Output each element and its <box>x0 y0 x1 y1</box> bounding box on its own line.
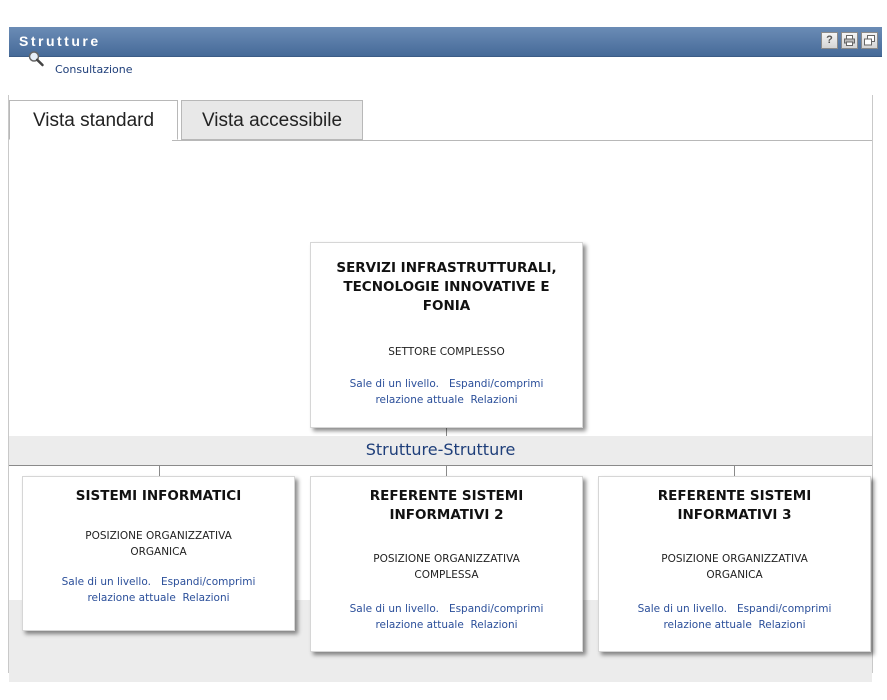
portlet-titlebar: Strutture ? <box>9 27 882 57</box>
relation-band: Strutture-Strutture <box>9 436 872 465</box>
connector-line <box>159 465 160 476</box>
card-links: Sale di un livello. Espandi/comprimi rel… <box>599 601 870 633</box>
structure-card-child: REFERENTE SISTEMI INFORMATIVI 3 POSIZION… <box>598 476 871 652</box>
tab-label: Vista accessibile <box>201 110 343 131</box>
expand-collapse-link[interactable]: Espandi/comprimi <box>737 603 831 615</box>
card-links: Sale di un livello. Espandi/comprimi rel… <box>311 376 582 408</box>
card-type: SETTORE COMPLESSO <box>388 346 505 358</box>
maximize-button[interactable] <box>861 32 878 49</box>
expand-collapse-link[interactable]: Espandi/comprimi <box>161 576 255 588</box>
card-title: REFERENTE SISTEMI INFORMATIVI 2 <box>311 487 582 525</box>
card-type-line: POSIZIONE ORGANIZZATIVA <box>373 553 520 565</box>
structure-card-parent: SERVIZI INFRASTRUTTURALI, TECNOLOGIE INN… <box>310 242 583 428</box>
card-type: POSIZIONE ORGANIZZATIVA COMPLESSA <box>311 551 582 583</box>
tab-vista-accessibile[interactable]: Vista accessibile <box>181 100 363 140</box>
card-type-line: ORGANICA <box>130 546 187 558</box>
window-icon <box>864 35 875 46</box>
print-button[interactable] <box>841 32 858 49</box>
card-title: SERVIZI INFRASTRUTTURALI, TECNOLOGIE INN… <box>311 259 582 316</box>
connector-line <box>446 465 447 476</box>
card-title-line: INFORMATIVI 3 <box>677 507 792 523</box>
card-title-line: INFORMATIVI 2 <box>389 507 504 523</box>
card-title-line: REFERENTE SISTEMI <box>657 488 812 504</box>
expand-collapse-link[interactable]: Espandi/comprimi <box>449 378 543 390</box>
expand-collapse-link[interactable]: relazione attuale <box>375 394 463 406</box>
card-title-line: REFERENTE SISTEMI <box>369 488 524 504</box>
card-links: Sale di un livello. Espandi/comprimi rel… <box>23 574 294 606</box>
tab-vista-standard[interactable]: Vista standard <box>9 100 178 140</box>
structure-card-child: SISTEMI INFORMATICI POSIZIONE ORGANIZZAT… <box>22 476 295 631</box>
up-level-link[interactable]: Sale di un livello. <box>350 603 439 615</box>
expand-collapse-link[interactable]: relazione attuale <box>375 619 463 631</box>
portlet-title: Strutture <box>19 33 101 49</box>
up-level-link[interactable]: Sale di un livello. <box>62 576 151 588</box>
card-title-line: TECNOLOGIE INNOVATIVE E <box>343 279 550 295</box>
expand-collapse-link[interactable]: relazione attuale <box>87 592 175 604</box>
card-type-line: POSIZIONE ORGANIZZATIVA <box>85 530 232 542</box>
relation-line <box>9 465 872 466</box>
help-button[interactable]: ? <box>821 32 838 49</box>
up-level-link[interactable]: Sale di un livello. <box>638 603 727 615</box>
tab-label: Vista standard <box>32 110 155 131</box>
expand-collapse-link[interactable]: Espandi/comprimi <box>449 603 543 615</box>
card-type-line: POSIZIONE ORGANIZZATIVA <box>661 553 808 565</box>
expand-collapse-link[interactable]: relazione attuale <box>663 619 751 631</box>
magnifier-icon[interactable] <box>27 50 45 68</box>
print-icon <box>844 35 855 46</box>
connector-line <box>734 465 735 476</box>
card-links: Sale di un livello. Espandi/comprimi rel… <box>311 601 582 633</box>
card-title: SISTEMI INFORMATICI <box>23 487 294 506</box>
relations-link[interactable]: Relazioni <box>470 619 517 631</box>
card-type: POSIZIONE ORGANIZZATIVA ORGANICA <box>23 528 294 560</box>
card-title-line: FONIA <box>422 298 471 314</box>
relations-link[interactable]: Relazioni <box>182 592 229 604</box>
help-icon: ? <box>826 34 833 46</box>
relations-link[interactable]: Relazioni <box>758 619 805 631</box>
card-title-line: SISTEMI INFORMATICI <box>75 488 242 504</box>
card-type-line: COMPLESSA <box>414 569 479 581</box>
consultazione-link[interactable]: Consultazione <box>55 63 133 76</box>
card-title: REFERENTE SISTEMI INFORMATIVI 3 <box>599 487 870 525</box>
card-type: POSIZIONE ORGANIZZATIVA ORGANICA <box>599 551 870 583</box>
structure-card-child: REFERENTE SISTEMI INFORMATIVI 2 POSIZION… <box>310 476 583 652</box>
up-level-link[interactable]: Sale di un livello. <box>350 378 439 390</box>
relations-link[interactable]: Relazioni <box>470 394 517 406</box>
relation-label[interactable]: Strutture-Strutture <box>9 440 872 459</box>
card-type-line: ORGANICA <box>706 569 763 581</box>
tab-divider <box>172 140 872 141</box>
card-title-line: SERVIZI INFRASTRUTTURALI, <box>336 260 557 276</box>
